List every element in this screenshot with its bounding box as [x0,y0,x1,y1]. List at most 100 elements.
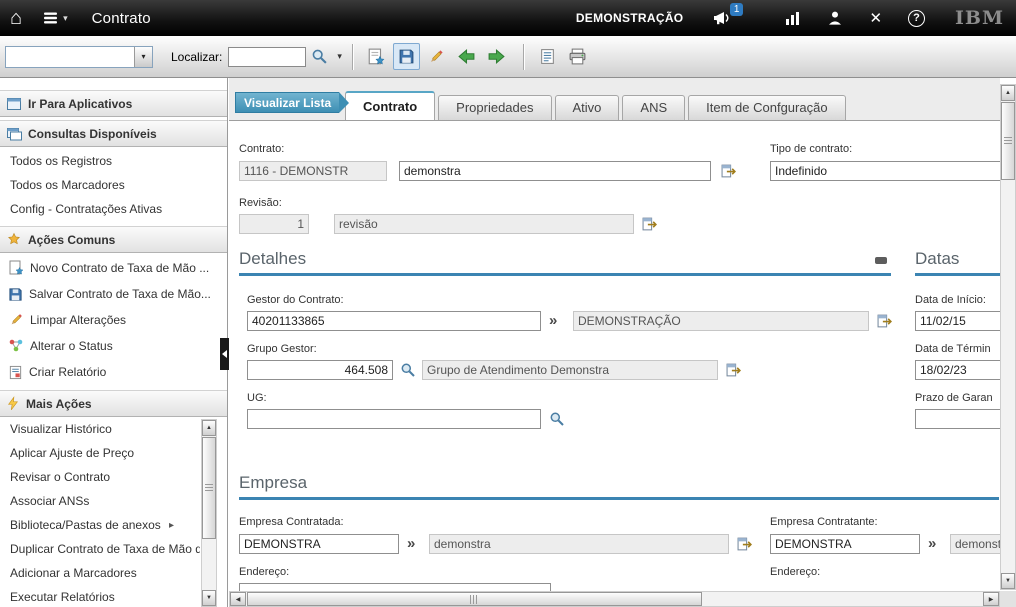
manager-label: Gestor do Contrato: [247,294,344,306]
tab-ans[interactable]: ANS [622,95,685,120]
scrollbar-thumb[interactable] [1001,102,1015,180]
save-button[interactable] [393,43,420,70]
action-label: Salvar Contrato de Taxa de Mão... [29,287,211,301]
find-input[interactable] [228,47,306,67]
previous-record-button[interactable] [453,43,480,70]
query-item-config-contratacoes[interactable]: Config - Contratações Ativas [0,197,227,221]
scroll-down-button[interactable]: ▼ [1001,573,1015,589]
next-record-button[interactable] [483,43,510,70]
action-clear-changes[interactable]: Limpar Alterações [0,307,227,333]
print-button[interactable] [564,43,591,70]
sidebar-collapse-handle[interactable] [220,338,229,370]
more-action-adicionar-marcadores[interactable]: Adicionar a Marcadores [0,561,200,585]
view-list-label: Visualizar Lista [244,96,331,110]
scrollbar-thumb[interactable] [202,437,216,539]
horizontal-scrollbar[interactable]: ◀ ▶ [229,591,1000,607]
profile-button[interactable] [827,10,843,26]
address-label: Endereço: [239,566,289,578]
signout-icon[interactable]: ✕ [869,9,882,27]
warranty-input[interactable] [915,409,1000,429]
end-date-input[interactable] [915,360,1000,380]
new-record-button[interactable] [363,43,390,70]
query-item-todos-registros[interactable]: Todos os Registros [0,149,227,173]
sidebar-scrollbar[interactable]: ▲ ▼ [201,419,217,607]
contractor-company-input[interactable] [770,534,920,554]
document-lines-icon [539,48,556,65]
tab-propriedades[interactable]: Propriedades [438,95,551,120]
scrollbar-corner [1000,591,1016,607]
scroll-left-button[interactable]: ◀ [230,592,246,606]
goto-chevron-icon[interactable]: » [549,311,557,331]
query-combobox-input[interactable] [6,47,134,67]
sidebar-goto-label: Ir Para Aplicativos [28,97,132,111]
scroll-up-button[interactable]: ▲ [1001,85,1015,101]
sidebar-common-actions-label: Ações Comuns [28,233,115,247]
group-search-icon[interactable] [400,362,416,378]
ug-search-icon[interactable] [549,411,565,427]
scrollbar-thumb[interactable] [247,592,702,606]
details-section-header: Detalhes [239,249,891,276]
contracted-detail-menu-icon[interactable] [737,536,753,552]
more-action-visualizar-historico[interactable]: Visualizar Histórico [0,417,200,441]
sidebar-goto-header[interactable]: Ir Para Aplicativos [0,90,227,117]
contract-label: Contrato: [239,143,284,155]
revision-detail-menu-icon[interactable] [642,216,658,232]
tab-item-configuracao[interactable]: Item de Confguração [688,95,845,120]
address-input[interactable] [239,583,551,591]
scroll-down-button[interactable]: ▼ [202,590,216,606]
contract-description-input[interactable] [399,161,711,181]
scroll-up-button[interactable]: ▲ [202,420,216,436]
sidebar: Ir Para Aplicativos Consultas Disponívei… [0,78,228,607]
notification-badge: 1 [730,3,744,16]
sidebar-common-actions-header[interactable]: Ações Comuns [0,226,227,253]
reports-chart-button[interactable] [785,11,801,25]
scroll-right-button[interactable]: ▶ [983,592,999,606]
menu-stack-icon [42,11,60,25]
sidebar-queries-header[interactable]: Consultas Disponíveis [0,120,227,147]
manager-group-input[interactable] [247,360,393,380]
ug-input[interactable] [247,409,541,429]
minimize-section-icon[interactable] [875,257,887,264]
contract-detail-menu-icon[interactable] [721,163,737,179]
home-icon[interactable]: ⌂ [10,8,22,28]
search-button[interactable] [306,43,333,70]
announcements-button[interactable]: 1 [713,10,733,26]
report-list-button[interactable] [534,43,561,70]
query-item-todos-marcadores[interactable]: Todos os Marcadores [0,173,227,197]
help-icon[interactable]: ? [908,10,925,27]
more-action-aplicar-ajuste[interactable]: Aplicar Ajuste de Preço [0,441,200,465]
more-action-executar-relatorios[interactable]: Executar Relatórios [0,585,200,607]
action-new-contract[interactable]: Novo Contrato de Taxa de Mão ... [0,255,227,281]
search-options-caret-icon[interactable]: ▾ [337,51,342,62]
more-action-revisar-contrato[interactable]: Revisar o Contrato [0,465,200,489]
start-date-input[interactable] [915,311,1000,331]
manager-input[interactable] [247,311,541,331]
tab-ativo[interactable]: Ativo [555,95,620,120]
more-action-associar-anss[interactable]: Associar ANSs [0,489,200,513]
query-combobox[interactable]: ▾ [5,46,153,68]
sidebar-more-actions-header[interactable]: Mais Ações [0,390,227,417]
action-create-report[interactable]: Criar Relatório [0,359,227,385]
contracted-company-input[interactable] [239,534,399,554]
action-change-status[interactable]: Alterar o Status [0,333,227,359]
record-toolbar: ▾ Localizar: ▾ [0,36,1016,78]
action-label: Limpar Alterações [30,313,126,327]
contract-type-input[interactable] [770,161,1000,181]
vertical-scrollbar[interactable]: ▲ ▼ [1000,84,1016,590]
goto-menu-button[interactable]: ▾ [42,11,68,25]
action-save-contract[interactable]: Salvar Contrato de Taxa de Mão... [0,281,227,307]
goto-chevron-icon[interactable]: » [928,534,936,554]
tab-contrato[interactable]: Contrato [345,91,435,120]
clear-changes-button[interactable] [423,43,450,70]
group-detail-menu-icon[interactable] [726,362,742,378]
manager-detail-menu-icon[interactable] [877,313,893,329]
contract-id-field: 1116 - DEMONSTR [239,161,387,181]
view-list-button[interactable]: Visualizar Lista [235,92,339,113]
goto-chevron-icon[interactable]: » [407,534,415,554]
contractor-company-description-field: demonstra [950,534,1000,554]
thumb-grip [205,484,213,492]
ug-label: UG: [247,392,267,404]
more-action-biblioteca-anexos[interactable]: Biblioteca/Pastas de anexos ▸ [0,513,200,537]
combobox-dropdown-button[interactable]: ▾ [134,47,152,67]
more-action-duplicar-contrato[interactable]: Duplicar Contrato de Taxa de Mão de ... [0,537,200,561]
